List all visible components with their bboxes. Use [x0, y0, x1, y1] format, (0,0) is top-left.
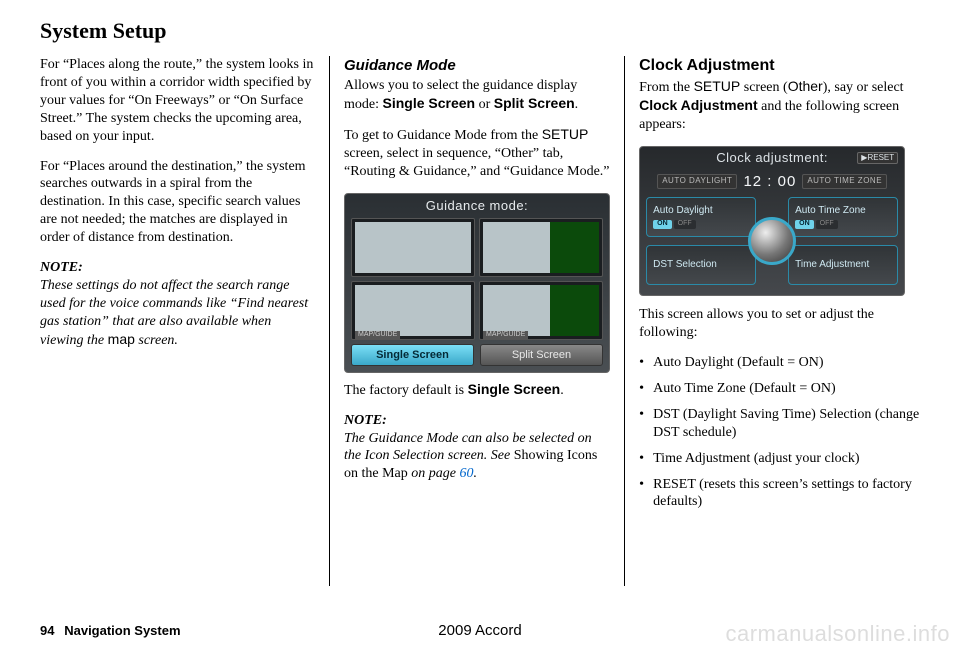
label: Time Adjustment	[795, 259, 891, 272]
t: on page	[408, 466, 460, 481]
column-2: Guidance Mode Allows you to select the g…	[330, 56, 625, 586]
single-screen-button[interactable]: Single Screen	[351, 344, 474, 366]
settings-bullet-list: Auto Daylight (Default = ON) Auto Time Z…	[639, 354, 920, 511]
fig-buttons: Single Screen Split Screen	[345, 340, 609, 372]
fig-grid: MAP/GUIDE MAP/GUIDE	[345, 218, 609, 339]
note-text-2: screen.	[135, 333, 178, 348]
on-state: ON	[795, 220, 814, 229]
auto-timezone-button[interactable]: Auto Time Zone ON OFF	[788, 197, 898, 237]
t: To get to Guidance Mode from the	[344, 128, 542, 143]
t: The factory default is	[344, 383, 468, 398]
clock-adjustment-term: Clock Adjustment	[639, 97, 758, 113]
label: DST Selection	[653, 259, 749, 272]
list-item: Auto Daylight (Default = ON)	[639, 354, 920, 372]
toggle: ON OFF	[795, 220, 891, 229]
guidance-mode-figure: Guidance mode: MAP/GUIDE MAP/GUIDE Singl…	[344, 193, 610, 373]
single-screen-term: Single Screen	[382, 95, 475, 111]
on-state: ON	[653, 220, 672, 229]
time-adjustment-button[interactable]: Time Adjustment	[788, 245, 898, 285]
list-item: Time Adjustment (adjust your clock)	[639, 450, 920, 468]
toggle: ON OFF	[653, 220, 749, 229]
label: Auto Daylight	[653, 205, 749, 218]
col2-para-1: Allows you to select the guidance displa…	[344, 77, 610, 114]
fig-cell-tr	[479, 218, 603, 277]
auto-daylight-button[interactable]: Auto Daylight ON OFF	[646, 197, 756, 237]
auto-daylight-pill: AUTO DAYLIGHT	[657, 174, 737, 188]
note-map-word: map	[108, 331, 135, 347]
t: or	[475, 97, 494, 112]
auto-timezone-pill: AUTO TIME ZONE	[802, 174, 887, 188]
dst-selection-button[interactable]: DST Selection	[646, 245, 756, 285]
page-title: System Setup	[40, 18, 920, 44]
rotary-dial-icon[interactable]	[748, 217, 796, 265]
watermark: carmanualsonline.info	[725, 621, 950, 647]
other-tab-term: Other	[788, 78, 823, 94]
note-label: NOTE:	[344, 413, 387, 428]
fig-cell-tl	[351, 218, 475, 277]
guidance-mode-heading: Guidance Mode	[344, 56, 610, 75]
fig-title: Guidance mode:	[345, 194, 609, 219]
page-link[interactable]: 60	[459, 466, 473, 481]
note-body: These settings do not affect the search …	[40, 278, 308, 348]
t: screen (	[740, 80, 787, 95]
status-row: AUTO DAYLIGHT 12 : 00 AUTO TIME ZONE	[640, 170, 904, 195]
col3-para-1: From the SETUP screen (Other), say or se…	[639, 78, 920, 134]
setup-term: SETUP	[694, 78, 741, 94]
col1-para-2: For “Places around the destination,” the…	[40, 158, 315, 248]
split-screen-button[interactable]: Split Screen	[480, 344, 603, 366]
t: .	[473, 466, 477, 481]
dial-area: Auto Daylight ON OFF Auto Time Zone ON O…	[646, 195, 898, 287]
setup-term: SETUP	[542, 126, 589, 142]
default-value: Single Screen	[468, 381, 561, 397]
clock-adjustment-heading: Clock Adjustment	[639, 56, 920, 76]
fig-cell-bl: MAP/GUIDE	[351, 281, 475, 340]
column-1: For “Places along the route,” the system…	[40, 56, 330, 586]
t: ), say or select	[823, 80, 904, 95]
col3-para-2: This screen allows you to set or adjust …	[639, 306, 920, 342]
column-3: Clock Adjustment From the SETUP screen (…	[625, 56, 920, 586]
mapguide-tab: MAP/GUIDE	[355, 331, 400, 340]
col2-para-2: To get to Guidance Mode from the SETUP s…	[344, 126, 610, 181]
t: .	[575, 97, 579, 112]
t: From the	[639, 80, 693, 95]
mapguide-tab: MAP/GUIDE	[483, 331, 528, 340]
list-item: Auto Time Zone (Default = ON)	[639, 380, 920, 398]
reset-button[interactable]: ▶RESET	[857, 152, 898, 164]
off-state: OFF	[674, 220, 696, 229]
note-label: NOTE:	[40, 260, 83, 275]
off-state: OFF	[816, 220, 838, 229]
t: .	[560, 383, 564, 398]
t: screen, select in sequence, “Other” tab,…	[344, 146, 610, 179]
col1-note: NOTE: These settings do not affect the s…	[40, 259, 315, 350]
three-column-layout: For “Places along the route,” the system…	[40, 56, 920, 586]
col2-caption: The factory default is Single Screen.	[344, 381, 610, 400]
clock-adjustment-figure: Clock adjustment: ▶RESET AUTO DAYLIGHT 1…	[639, 146, 905, 296]
clock-time: 12 : 00	[743, 172, 796, 191]
split-screen-term: Split Screen	[494, 95, 575, 111]
label: Auto Time Zone	[795, 205, 891, 218]
col1-para-1: For “Places along the route,” the system…	[40, 56, 315, 146]
fig-cell-br: MAP/GUIDE	[479, 281, 603, 340]
col2-note: NOTE: The Guidance Mode can also be sele…	[344, 412, 610, 484]
list-item: RESET (resets this screen’s settings to …	[639, 476, 920, 512]
list-item: DST (Daylight Saving Time) Selection (ch…	[639, 406, 920, 442]
